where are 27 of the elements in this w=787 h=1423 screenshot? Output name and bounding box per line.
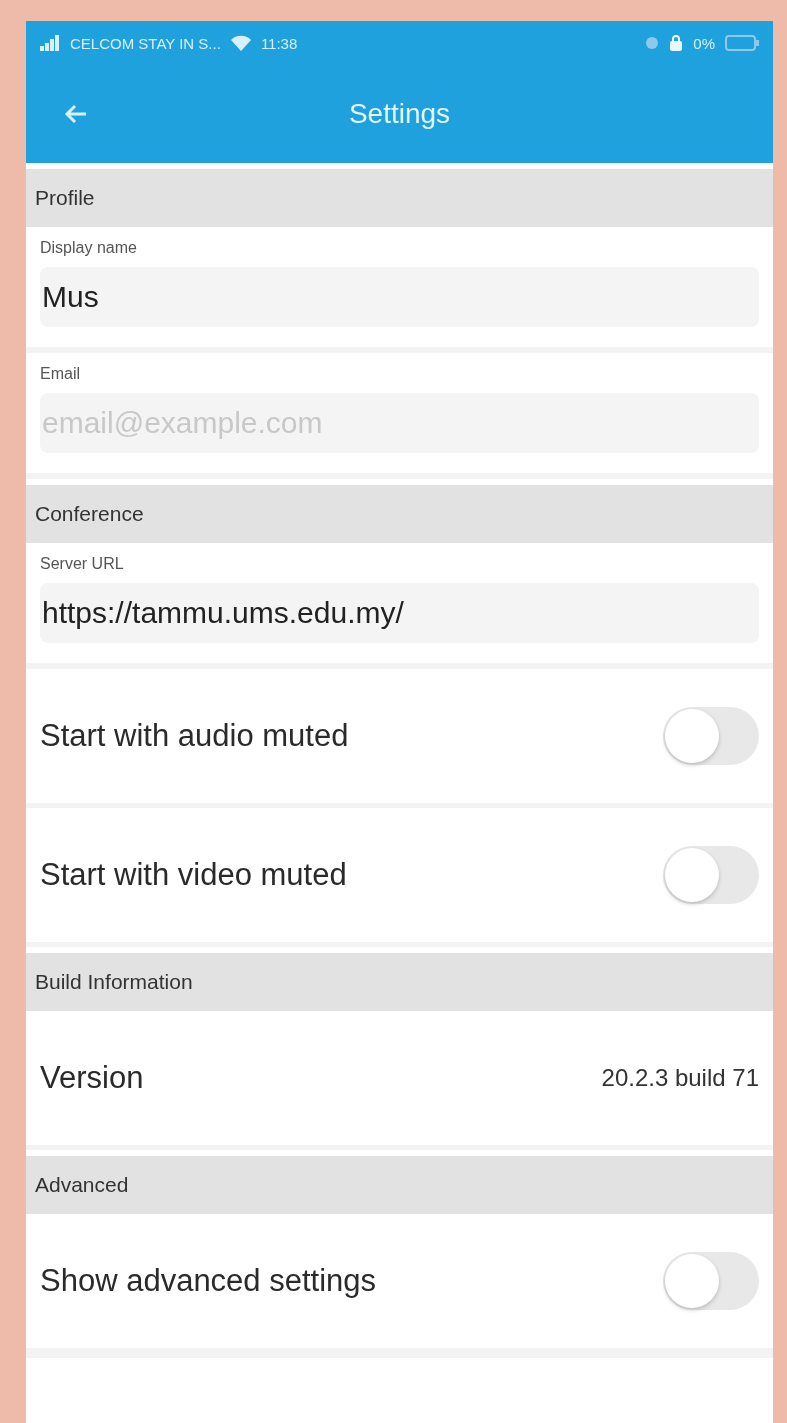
toggle-switch[interactable] xyxy=(663,846,759,904)
wifi-icon xyxy=(230,35,251,51)
toggle-switch[interactable] xyxy=(663,707,759,765)
section-header: Advanced xyxy=(26,1156,773,1214)
location-icon xyxy=(645,36,660,50)
lock-icon xyxy=(669,35,684,51)
toggle-switch[interactable] xyxy=(663,1252,759,1310)
version-value: 20.2.3 build 71 xyxy=(601,1064,759,1092)
page-title: Settings xyxy=(348,98,451,130)
signal-icon xyxy=(40,35,60,51)
back-arrow-icon xyxy=(64,103,88,125)
setting-label: Start with video muted xyxy=(40,857,348,893)
section-header: Build Information xyxy=(26,953,773,1011)
battery-icon xyxy=(725,35,759,51)
field-label: Email xyxy=(40,365,81,383)
setting-label: Version xyxy=(40,1060,145,1096)
status-time: 11:38 xyxy=(260,34,298,52)
carrier-name: CELCOM STAY IN S... xyxy=(70,34,221,52)
section-header: Conference xyxy=(26,485,773,543)
field-label: Display name xyxy=(40,239,138,257)
setting-label: Start with audio muted xyxy=(40,718,350,754)
text-field[interactable]: Mus xyxy=(40,267,759,327)
setting-label: Show advanced settings xyxy=(40,1263,378,1299)
field-label: Server URL xyxy=(40,555,125,573)
text-field[interactable]: https://tammu.ums.edu.my/ xyxy=(40,583,759,643)
section-header: Profile xyxy=(26,169,773,227)
battery-percent: 0% xyxy=(693,34,715,52)
